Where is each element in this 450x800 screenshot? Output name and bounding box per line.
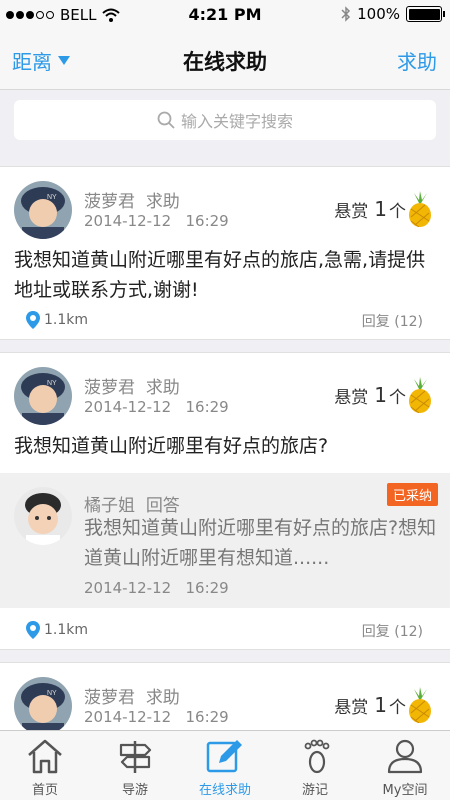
tab-online-help[interactable]: 在线求助 xyxy=(180,731,270,800)
distance: 1.1km xyxy=(26,311,88,329)
svg-text:NY: NY xyxy=(47,380,57,387)
nav-bar: 距离 在线求助 求助 xyxy=(0,30,450,90)
post-time: 16:29 xyxy=(185,212,229,230)
tab-my-space[interactable]: My空间 xyxy=(360,731,450,800)
post-footer: 1.1km 回复 (12) xyxy=(0,611,450,651)
svg-text:NY: NY xyxy=(47,194,57,201)
tab-label: 首页 xyxy=(31,783,58,798)
post-type: 求助 xyxy=(145,192,180,212)
battery-percent: 100% xyxy=(357,5,400,23)
tab-label: 游记 xyxy=(301,783,328,798)
footprint-icon xyxy=(304,739,330,774)
answer-time: 16:29 xyxy=(185,579,229,597)
author-name: 菠萝君 xyxy=(84,378,135,398)
avatar[interactable]: NY xyxy=(14,367,72,425)
post-date: 2014-12-12 xyxy=(84,398,172,416)
bluetooth-icon xyxy=(341,6,351,22)
reply-count-link[interactable]: 回复 (12) xyxy=(362,621,423,641)
search-area: 输入关键字搜索 xyxy=(0,90,450,152)
tab-guide[interactable]: 导游 xyxy=(90,731,180,800)
page-title: 在线求助 xyxy=(183,50,267,74)
post-type: 求助 xyxy=(145,378,180,398)
tab-label: My空间 xyxy=(382,783,428,798)
pineapple-icon xyxy=(409,377,431,413)
pineapple-icon xyxy=(409,191,431,227)
distance-value: 1.1km xyxy=(44,312,89,328)
reward: 悬赏 1 个 xyxy=(334,377,434,413)
search-placeholder: 输入关键字搜索 xyxy=(180,112,293,131)
search-input[interactable]: 输入关键字搜索 xyxy=(14,100,436,140)
status-right: 100% xyxy=(341,5,445,23)
reply-count-link[interactable]: 回复 (12) xyxy=(362,311,423,331)
author-name: 菠萝君 xyxy=(84,192,135,212)
question-text: 我想知道黄山附近哪里有好点的旅店,急需,请提供地址或联系方式,谢谢! xyxy=(14,249,426,301)
distance: 1.1km xyxy=(26,621,88,639)
post-footer: 1.1km 回复 (12) xyxy=(0,301,450,341)
answer-date: 2014-12-12 xyxy=(84,579,172,597)
adopted-badge: 已采纳 xyxy=(386,483,438,506)
post-date: 2014-12-12 xyxy=(84,708,172,726)
search-icon xyxy=(157,111,175,129)
edit-icon xyxy=(206,740,242,773)
battery-icon xyxy=(406,6,445,22)
answer-text: 我想知道黄山附近哪里有好点的旅店?想知道黄山附近哪里有想知道...... xyxy=(84,517,437,569)
answerer-avatar[interactable] xyxy=(14,487,72,545)
reward: 悬赏 1 个 xyxy=(334,191,434,227)
location-pin-icon xyxy=(26,621,40,639)
tab-bar: 首页 导游 在线求助 游记 My空间 xyxy=(0,730,450,800)
post-time: 16:29 xyxy=(185,708,229,726)
tab-label: 在线求助 xyxy=(198,783,251,798)
post-date: 2014-12-12 xyxy=(84,212,172,230)
pineapple-icon xyxy=(409,687,431,723)
tab-home[interactable]: 首页 xyxy=(0,731,90,800)
post-card[interactable]: NY 菠萝君 求助 2014-12-12 16:29 悬赏 1 个 我想知道黄山… xyxy=(0,166,450,340)
location-pin-icon xyxy=(26,311,40,329)
tab-travel-notes[interactable]: 游记 xyxy=(270,731,360,800)
distance-value: 1.1km xyxy=(44,622,89,638)
svg-text:NY: NY xyxy=(47,690,57,697)
question-text: 我想知道黄山附近哪里有好点的旅店? xyxy=(14,435,329,457)
tab-label: 导游 xyxy=(121,783,148,798)
signpost-icon xyxy=(119,741,152,773)
reward: 悬赏 1 个 xyxy=(334,687,434,723)
post-type: 求助 xyxy=(145,688,180,708)
accepted-answer[interactable]: 橘子姐 回答 已采纳 我想知道黄山附近哪里有好点的旅店?想知道黄山附近哪里有想知… xyxy=(0,473,450,608)
post-time: 16:29 xyxy=(185,398,229,416)
status-bar: BELL 4:21 PM 100% xyxy=(0,0,450,30)
user-icon xyxy=(387,739,423,774)
post-card[interactable]: NY 菠萝君 求助 2014-12-12 16:29 悬赏 1 个 我想知道黄山… xyxy=(0,352,450,650)
avatar[interactable]: NY xyxy=(14,181,72,239)
avatar[interactable]: NY xyxy=(14,677,72,735)
home-icon xyxy=(28,739,62,774)
author-name: 菠萝君 xyxy=(84,688,135,708)
ask-help-button[interactable]: 求助 xyxy=(397,46,437,75)
